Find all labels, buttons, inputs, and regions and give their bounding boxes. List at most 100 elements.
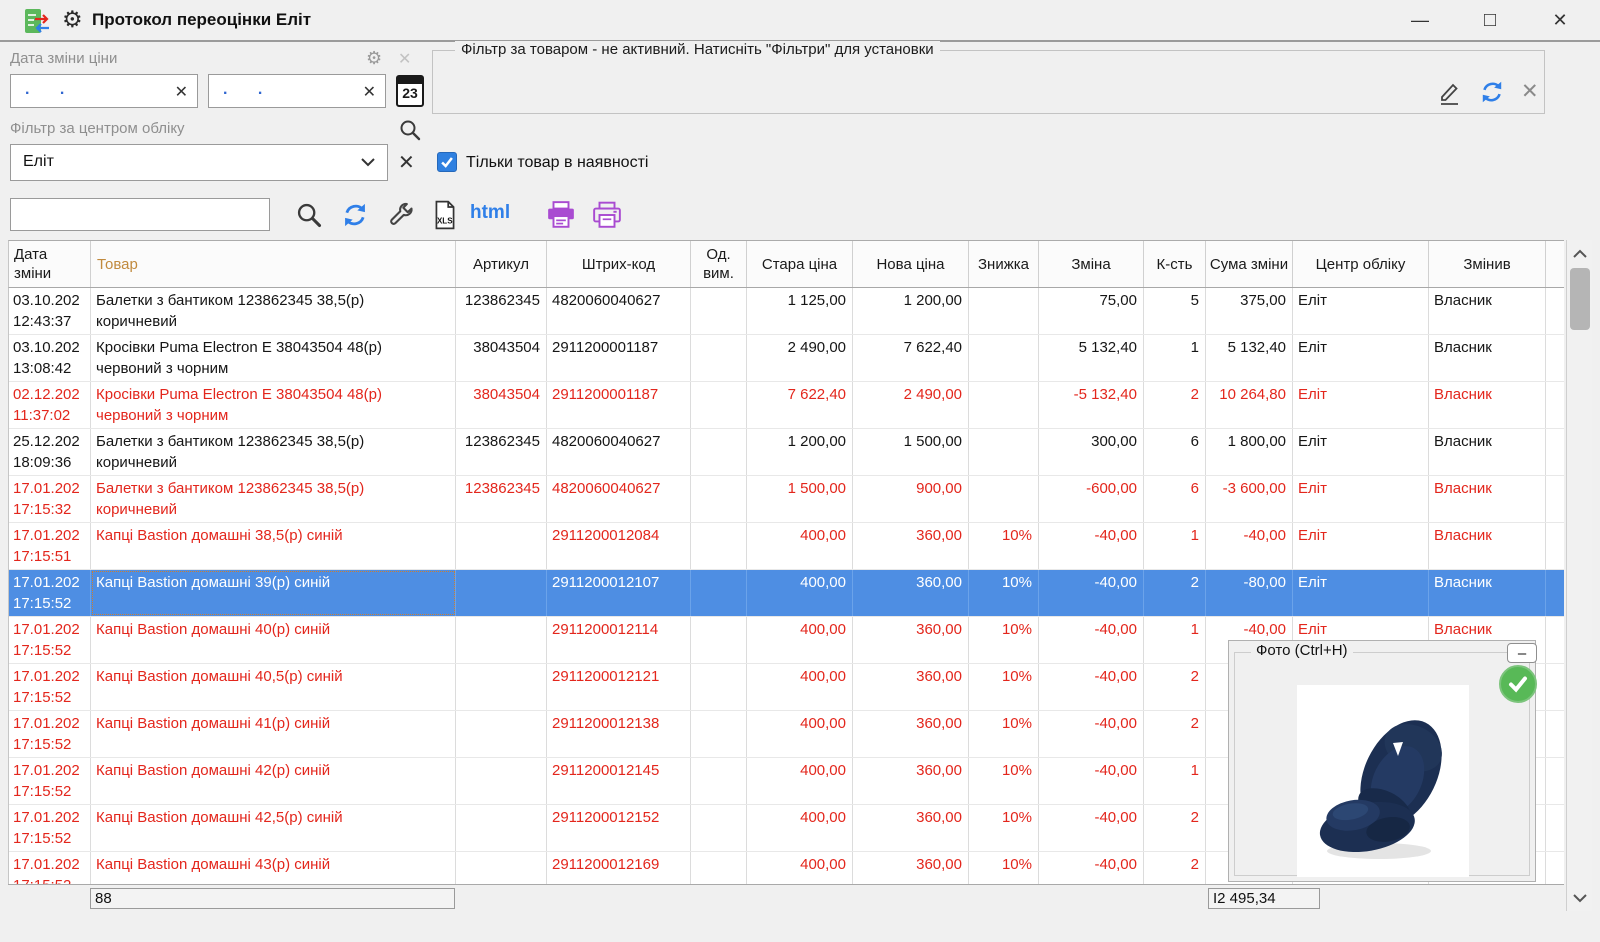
cell-barcode: 2911200012152 [547,805,691,851]
table-row[interactable]: 03.10.20213:08:42Кросівки Puma Electron … [9,335,1564,382]
date-to-placeholder: . . [223,81,262,99]
date-from-clear-icon[interactable]: ✕ [175,82,188,102]
cell-sum: -80,00 [1206,570,1293,616]
scroll-down-icon[interactable] [1567,887,1593,909]
column-header-6[interactable]: Стара ціна [747,241,853,287]
refresh-icon[interactable] [1478,79,1506,105]
cell-date: 25.12.20218:09:36 [9,429,91,475]
scroll-up-icon[interactable] [1567,242,1593,264]
center-search-icon[interactable] [398,118,422,142]
cell-changed_by: Власник [1429,429,1546,475]
column-header-10[interactable]: К-сть [1144,241,1206,287]
minimize-button[interactable]: — [1396,4,1444,36]
center-dropdown-value: Еліт [23,153,54,171]
date-to-input[interactable]: . . ✕ [208,74,386,108]
cell-sum: 1 800,00 [1206,429,1293,475]
cell-qty: 2 [1144,664,1206,710]
cell-barcode: 4820060040627 [547,476,691,522]
date-filter-close-icon[interactable]: ✕ [398,49,411,69]
print-preview-icon[interactable] [592,200,622,230]
cell-unit [691,570,747,616]
column-header-3[interactable]: Артикул [456,241,547,287]
close-button[interactable]: ✕ [1536,4,1584,36]
cell-new_price: 900,00 [853,476,969,522]
table-row[interactable]: 17.01.20217:15:52Капці Bastion домашні 3… [9,570,1564,617]
edit-pencil-icon[interactable] [1436,79,1462,107]
table-row[interactable]: 02.12.20211:37:02Кросівки Puma Electron … [9,382,1564,429]
maximize-button[interactable]: □ [1466,4,1514,36]
scrollbar-thumb[interactable] [1570,268,1590,330]
cell-unit [691,617,747,663]
cell-changed_by: Власник [1429,335,1546,381]
cell-discount [969,382,1039,428]
cell-barcode: 2911200012114 [547,617,691,663]
date-filter-gear-icon[interactable]: ⚙ [366,48,382,69]
cell-date: 17.01.20217:15:52 [9,617,91,663]
cell-change: -40,00 [1039,617,1144,663]
cell-changed_by: Власник [1429,382,1546,428]
column-header-1[interactable]: Дата зміни [9,241,91,287]
cell-article [456,617,547,663]
cell-old_price: 400,00 [747,805,853,851]
cell-new_price: 1 200,00 [853,288,969,334]
cell-product: Капці Bastion домашні 38,5(р) синій [91,523,456,569]
date-from-input[interactable]: . . ✕ [10,74,198,108]
center-clear-icon[interactable]: ✕ [398,150,415,175]
cell-qty: 1 [1144,523,1206,569]
only-in-stock-checkbox[interactable] [437,152,457,172]
cell-date: 17.01.20217:15:52 [9,758,91,804]
cell-new_price: 360,00 [853,758,969,804]
column-header-13[interactable]: Змінив [1429,241,1546,287]
settings-wrench-icon[interactable] [386,200,416,230]
search-input[interactable] [10,198,270,231]
cell-unit [691,523,747,569]
column-header-12[interactable]: Центр обліку [1293,241,1429,287]
column-header-5[interactable]: Од. вим. [691,241,747,287]
export-xls-icon[interactable]: XLS [430,200,460,230]
refresh-table-icon[interactable] [340,200,370,230]
product-filter-clear-icon[interactable]: ✕ [1521,79,1539,104]
print-icon[interactable] [546,200,576,230]
cell-change: -40,00 [1039,711,1144,757]
calendar-icon[interactable]: 23 [396,75,424,107]
table-row[interactable]: 25.12.20218:09:36Балетки з бантиком 1238… [9,429,1564,476]
cell-discount: 10% [969,523,1039,569]
cell-barcode: 4820060040627 [547,429,691,475]
cell-sum: 375,00 [1206,288,1293,334]
column-header-9[interactable]: Зміна [1039,241,1144,287]
column-header-7[interactable]: Нова ціна [853,241,969,287]
cell-old_price: 1 125,00 [747,288,853,334]
confirm-check-icon[interactable] [1499,665,1537,703]
cell-date: 17.01.20217:15:32 [9,476,91,522]
cell-article [456,711,547,757]
cell-barcode: 2911200001187 [547,382,691,428]
center-dropdown[interactable]: Еліт [10,144,388,181]
cell-qty: 1 [1144,758,1206,804]
cell-barcode: 4820060040627 [547,288,691,334]
cell-barcode: 2911200012145 [547,758,691,804]
table-row[interactable]: 03.10.20212:43:37Балетки з бантиком 1238… [9,288,1564,335]
cell-date: 02.12.20211:37:02 [9,382,91,428]
cell-sum: -3 600,00 [1206,476,1293,522]
column-header-8[interactable]: Знижка [969,241,1039,287]
date-to-clear-icon[interactable]: ✕ [363,82,376,102]
table-row[interactable]: 17.01.20217:15:51Капці Bastion домашні 3… [9,523,1564,570]
photo-minimize-button[interactable]: – [1507,643,1537,663]
column-header-2[interactable]: Товар [91,241,456,287]
cell-new_price: 1 500,00 [853,429,969,475]
vertical-scrollbar[interactable] [1566,240,1592,911]
cell-discount: 10% [969,617,1039,663]
export-html-icon[interactable]: html [470,202,510,224]
column-header-4[interactable]: Штрих-код [547,241,691,287]
table-row[interactable]: 17.01.20217:15:32Балетки з бантиком 1238… [9,476,1564,523]
settings-gear-icon[interactable]: ⚙ [62,6,83,33]
cell-new_price: 360,00 [853,711,969,757]
search-icon[interactable] [294,200,324,230]
cell-change: -40,00 [1039,664,1144,710]
cell-qty: 2 [1144,852,1206,884]
column-header-11[interactable]: Сума зміни [1206,241,1293,287]
cell-product: Капці Bastion домашні 42,5(р) синій [91,805,456,851]
cell-discount: 10% [969,805,1039,851]
cell-qty: 6 [1144,476,1206,522]
cell-unit [691,382,747,428]
